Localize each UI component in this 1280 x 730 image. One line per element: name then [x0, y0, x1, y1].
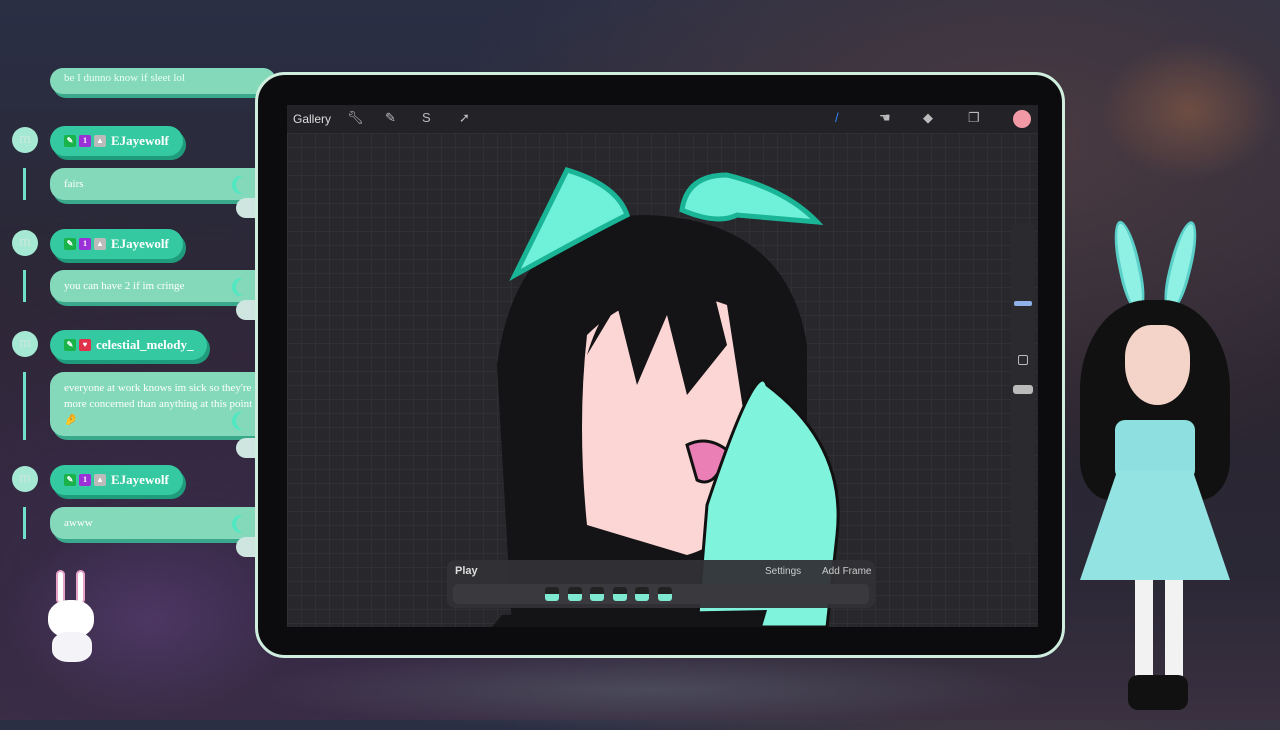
chat-username[interactable]: EJayewolf [111, 133, 169, 149]
animation-frame-thumbnail[interactable] [567, 587, 582, 601]
brush-icon[interactable]: / [835, 110, 839, 125]
canvas-drawing [492, 166, 840, 627]
transform-arrow-icon[interactable]: ➚ [459, 110, 470, 126]
mod-badge: ▲ [94, 135, 106, 147]
chat-avatar: m [12, 230, 38, 256]
opacity-slider[interactable] [1013, 385, 1033, 394]
mod-badge: ▲ [94, 474, 106, 486]
background-light [1100, 40, 1280, 180]
heart-badge: ♥ [79, 339, 91, 351]
brush-size-sidebar[interactable] [1011, 223, 1035, 553]
chat-message: awww [50, 507, 276, 539]
chat-rail [23, 270, 26, 302]
moon-icon [236, 412, 254, 430]
chat-rail [23, 507, 26, 539]
frame-timeline[interactable] [453, 584, 869, 604]
bunny-sticker [46, 570, 100, 666]
chat-message-text: everyone at work knows im sick so they'r… [64, 382, 253, 426]
chat-avatar: m [12, 331, 38, 357]
chat-username-pill: ✎ 1 ▲ EJayewolf [50, 465, 183, 495]
brush-size-slider[interactable] [1014, 301, 1032, 306]
pen-badge: ✎ [64, 135, 76, 147]
magic-wand-icon[interactable]: ✎ [385, 110, 396, 126]
chat-message: everyone at work knows im sick so they'r… [50, 372, 276, 436]
chat-username-pill: ✎ 1 ▲ EJayewolf [50, 229, 183, 259]
chat-rail [23, 168, 26, 200]
chat-avatar: m [12, 127, 38, 153]
wrench-icon[interactable]: 🔧︎ [347, 110, 364, 126]
chat-username-pill: ✎ 1 ▲ EJayewolf [50, 126, 183, 156]
chat-message: fairs [50, 168, 276, 200]
play-button[interactable]: Play [455, 565, 478, 577]
chat-message-text: fairs [64, 178, 84, 190]
mod-badge: ▲ [94, 238, 106, 250]
selection-icon[interactable]: S [422, 110, 431, 125]
procreate-canvas[interactable]: Gallery 🔧︎ ✎ S ➚ / ☚ ◆ ❐ Play Settings A… [287, 105, 1038, 627]
smudge-icon[interactable]: ☚ [879, 110, 891, 126]
background-water [250, 650, 1050, 730]
chat-username[interactable]: celestial_melody_ [96, 337, 193, 353]
moon-icon [236, 176, 254, 194]
chat-username[interactable]: EJayewolf [111, 236, 169, 252]
add-frame-button[interactable]: Add Frame [822, 566, 871, 577]
chat-message-text: you can have 2 if im cringe [64, 280, 185, 292]
pen-badge: ✎ [64, 474, 76, 486]
chat-message-text: awww [64, 517, 93, 529]
color-swatch[interactable] [1013, 110, 1031, 128]
chat-username[interactable]: EJayewolf [111, 472, 169, 488]
chat-username-pill: ✎ ♥ celestial_melody_ [50, 330, 208, 360]
moon-icon [236, 278, 254, 296]
eraser-icon[interactable]: ◆ [923, 110, 933, 126]
sub-badge: 1 [79, 474, 91, 486]
vtuber-avatar [1060, 215, 1260, 720]
animation-assist-panel: Play Settings Add Frame [447, 560, 875, 608]
drawing-ear-right [679, 172, 824, 226]
chat-rail [23, 372, 26, 440]
procreate-toolbar: Gallery 🔧︎ ✎ S ➚ / ☚ ◆ ❐ [287, 105, 1038, 133]
ipad-frame: Gallery 🔧︎ ✎ S ➚ / ☚ ◆ ❐ Play Settings A… [255, 72, 1065, 658]
animation-frame-thumbnail[interactable] [612, 587, 627, 601]
settings-button[interactable]: Settings [765, 566, 801, 577]
chat-avatar: m [12, 466, 38, 492]
modify-button[interactable] [1018, 355, 1028, 365]
moon-icon [236, 515, 254, 533]
animation-frame-thumbnail[interactable] [590, 587, 604, 601]
sub-badge: 1 [79, 135, 91, 147]
animation-frame-thumbnail[interactable] [635, 587, 649, 601]
chat-message: you can have 2 if im cringe [50, 270, 276, 302]
sub-badge: 1 [79, 238, 91, 250]
animation-frame-thumbnail[interactable] [545, 587, 559, 601]
pen-badge: ✎ [64, 238, 76, 250]
pen-badge: ✎ [64, 339, 76, 351]
gallery-button[interactable]: Gallery [293, 112, 331, 126]
chat-message-partial: be I dunno know if sleet lol [50, 68, 276, 94]
animation-frame-thumbnail[interactable] [657, 587, 672, 601]
layers-icon[interactable]: ❐ [968, 110, 980, 126]
